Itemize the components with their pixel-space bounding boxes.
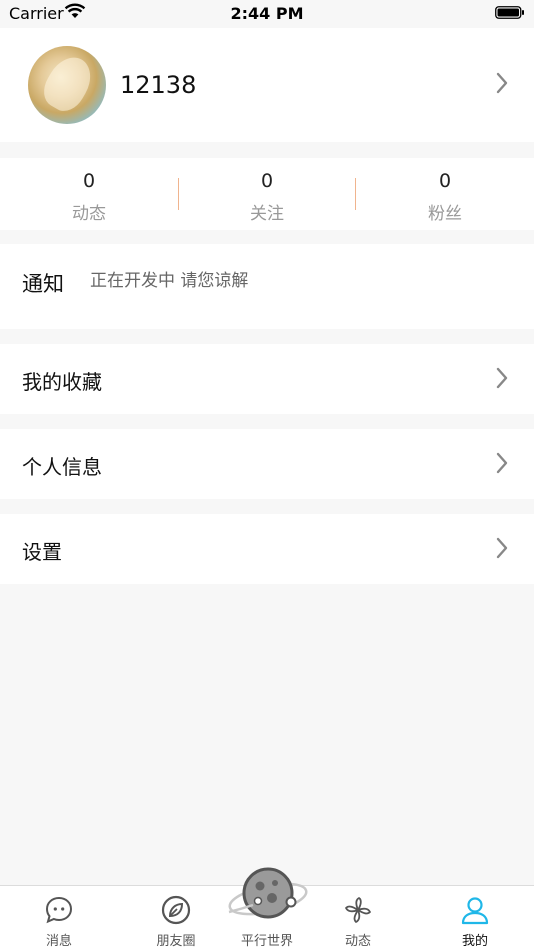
avatar[interactable]	[28, 46, 106, 124]
menu-label: 我的收藏	[22, 370, 102, 394]
menu-item-personal-info[interactable]: 个人信息	[0, 429, 534, 499]
stat-followers[interactable]: 0 粉丝	[356, 158, 534, 230]
stats-bar: 0 动态 0 关注 0 粉丝	[0, 158, 534, 230]
pinwheel-icon	[345, 897, 371, 923]
menu-label: 设置	[22, 540, 62, 564]
planet-icon[interactable]	[227, 865, 309, 927]
chevron-right-icon	[496, 367, 508, 389]
username: 12138	[120, 71, 197, 99]
notice-title: 通知	[22, 272, 64, 296]
stat-label: 关注	[250, 204, 284, 224]
tab-feed[interactable]: 动态	[318, 886, 398, 951]
stat-label: 粉丝	[428, 204, 462, 224]
tab-moments[interactable]: 朋友圈	[136, 886, 216, 951]
leaf-compass-icon	[161, 895, 191, 925]
profile-card[interactable]: 12138	[0, 28, 534, 142]
stat-label: 动态	[72, 204, 106, 224]
chevron-right-icon	[496, 537, 508, 559]
tab-me[interactable]: 我的	[435, 886, 515, 951]
clock: 2:44 PM	[230, 4, 304, 23]
battery-icon	[495, 6, 524, 19]
stat-count: 0	[438, 170, 452, 192]
stat-count: 0	[82, 170, 96, 192]
menu-item-favorites[interactable]: 我的收藏	[0, 344, 534, 414]
tab-messages[interactable]: 消息	[19, 886, 99, 951]
chevron-right-icon	[496, 452, 508, 474]
notice-text: 正在开发中 请您谅解	[90, 271, 249, 291]
tab-label: 消息	[45, 934, 72, 949]
menu-item-settings[interactable]: 设置	[0, 514, 534, 584]
person-icon	[461, 897, 489, 925]
tab-label: 朋友圈	[156, 934, 196, 949]
stat-posts[interactable]: 0 动态	[0, 158, 178, 230]
tab-label: 我的	[461, 934, 488, 949]
tab-label: 平行世界	[240, 934, 293, 949]
stat-following[interactable]: 0 关注	[178, 158, 356, 230]
message-bubble-icon	[45, 896, 73, 924]
chevron-right-icon	[496, 72, 508, 94]
status-bar: Carrier 2:44 PM	[0, 0, 534, 28]
stat-count: 0	[260, 170, 274, 192]
tab-label: 动态	[344, 934, 371, 949]
menu-label: 个人信息	[22, 455, 102, 479]
notice-card: 通知 正在开发中 请您谅解	[0, 244, 534, 329]
